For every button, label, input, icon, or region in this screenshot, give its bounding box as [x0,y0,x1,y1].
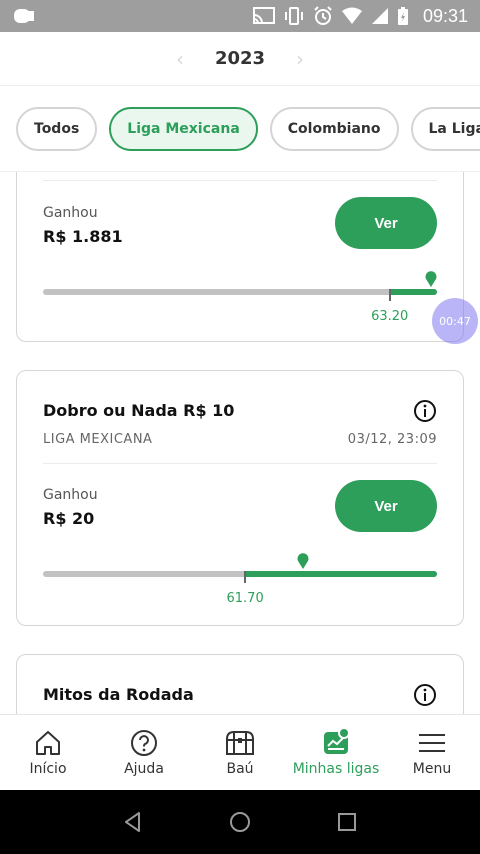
nav-ajuda[interactable]: Ajuda [96,715,192,790]
score-progress-bar [43,289,437,295]
nav-bau[interactable]: Baú [192,715,288,790]
league-card: Dobro ou Nada R$ 10 LIGA MEXICANA 03/12,… [16,370,464,626]
filter-chip-todos[interactable]: Todos [16,106,98,151]
view-button[interactable]: Ver [335,197,437,249]
nav-label: Início [29,760,67,777]
nav-menu[interactable]: Menu [384,715,480,790]
nav-label: Menu [412,760,452,777]
bottom-navigation: Início Ajuda Baú Minhas ligas Menu [0,714,480,790]
cast-icon [252,7,275,24]
nav-label: Ajuda [124,760,164,777]
wifi-icon [341,7,362,24]
signal-icon [371,8,388,24]
card-title: Mitos da Rodada [43,685,194,704]
cutoff-marker [244,571,247,583]
card-divider [43,180,437,181]
chest-icon [226,730,254,755]
won-value: R$ 20 [43,509,95,528]
leagues-list[interactable]: Ganhou R$ 1.881 Ver 63.20 Dobro ou Nada … [0,172,480,714]
help-icon [131,729,157,756]
nav-inicio[interactable]: Início [0,715,96,790]
card-title: Dobro ou Nada R$ 10 [43,401,235,420]
system-navigation-bar [0,790,480,854]
won-label: Ganhou [43,205,98,221]
progress-fill [245,571,437,577]
won-label: Ganhou [43,487,98,503]
nav-label: Baú [226,760,254,777]
vibrate-icon [284,7,303,25]
card-divider [43,463,437,464]
league-card: Mitos da Rodada [16,654,464,714]
notification-badge [337,727,350,739]
nav-label: Minhas ligas [292,760,380,777]
filter-chip-liga-mexicana[interactable]: Liga Mexicana [109,106,258,151]
card-date: 03/12, 23:09 [347,432,437,447]
recording-timer[interactable]: 00:47 [432,298,478,344]
cutoff-marker [388,289,391,301]
won-value: R$ 1.881 [43,227,123,246]
view-button[interactable]: Ver [335,480,437,532]
menu-icon [419,733,445,752]
position-pin-icon [297,553,309,569]
home-icon [36,730,60,755]
status-bar: 09:31 [0,0,480,32]
chevron-left-icon[interactable]: ‹ [160,47,200,71]
back-icon[interactable] [121,810,145,834]
league-card: Ganhou R$ 1.881 Ver 63.20 [16,172,464,342]
chevron-right-icon[interactable]: › [280,47,320,71]
home-button-icon[interactable] [228,810,252,834]
progress-fill [389,289,437,295]
position-pin-icon [425,271,437,287]
info-icon[interactable] [413,399,437,423]
cutoff-score: 61.70 [226,591,264,606]
card-league: LIGA MEXICANA [43,432,153,447]
battery-icon [397,7,408,25]
alarm-icon [314,6,332,25]
cutoff-score: 63.20 [371,309,409,324]
info-icon[interactable] [413,683,437,707]
score-progress-bar [43,571,437,577]
filter-chip-la-liga[interactable]: La Liga [410,106,480,151]
year-label: 2023 [214,48,266,69]
league-filter-chips: Todos Liga Mexicana Colombiano La Liga [0,86,480,172]
year-selector: ‹ 2023 › [0,32,480,86]
app-notification-icon [14,9,34,23]
filter-chip-colombiano[interactable]: Colombiano [269,106,399,151]
recents-icon[interactable] [335,810,359,834]
clock: 09:31 [422,5,468,26]
nav-minhas-ligas[interactable]: Minhas ligas [288,715,384,790]
